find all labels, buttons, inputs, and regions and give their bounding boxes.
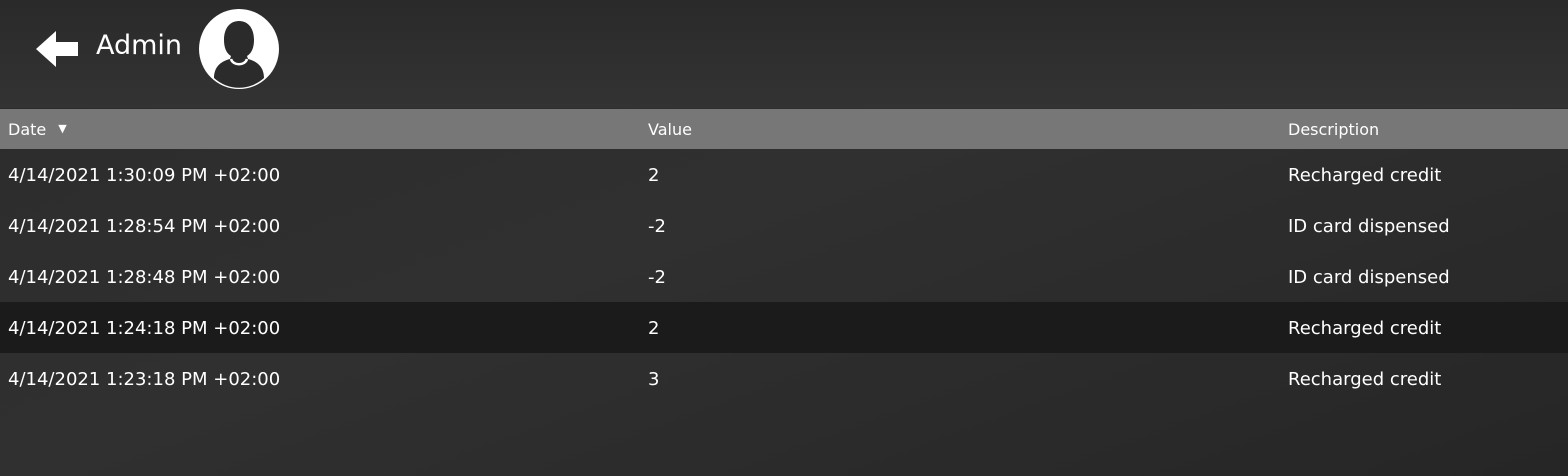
cell-value: 3 [648, 369, 660, 390]
table-row[interactable]: 4/14/2021 1:23:18 PM +02:00 3 Recharged … [0, 353, 1568, 404]
table-row[interactable]: 4/14/2021 1:30:09 PM +02:00 2 Recharged … [0, 149, 1568, 200]
cell-date: 4/14/2021 1:24:18 PM +02:00 [8, 318, 281, 339]
column-header-description[interactable]: Description [1288, 109, 1379, 149]
top-bar: Admin [0, 0, 1568, 108]
cell-description: ID card dispensed [1288, 267, 1450, 288]
column-header-date[interactable]: Date ▼ [8, 109, 67, 149]
cell-description: ID card dispensed [1288, 216, 1450, 237]
table-row-selected[interactable]: 4/14/2021 1:24:18 PM +02:00 2 Recharged … [0, 302, 1568, 353]
cell-date: 4/14/2021 1:23:18 PM +02:00 [8, 369, 281, 390]
cell-description: Recharged credit [1288, 318, 1442, 339]
arrow-left-icon [36, 31, 78, 67]
column-header-value[interactable]: Value [648, 109, 692, 149]
table-row[interactable]: 4/14/2021 1:28:48 PM +02:00 -2 ID card d… [0, 251, 1568, 302]
user-avatar-button[interactable] [198, 8, 280, 90]
cell-description: Recharged credit [1288, 369, 1442, 390]
column-header-value-label: Value [648, 120, 692, 139]
sort-down-triangle-icon: ▼ [58, 122, 67, 135]
back-button[interactable] [34, 28, 80, 70]
page-title: Admin [96, 30, 183, 61]
table-header: Date ▼ Value Description [0, 109, 1568, 149]
cell-date: 4/14/2021 1:28:54 PM +02:00 [8, 216, 281, 237]
column-header-description-label: Description [1288, 120, 1380, 139]
cell-value: 2 [648, 165, 660, 186]
history-table: Date ▼ Value Description 4/14/2021 1:30:0… [0, 109, 1568, 404]
cell-value: 2 [648, 318, 660, 339]
cell-value: -2 [648, 267, 666, 288]
column-header-date-label: Date [8, 120, 47, 139]
cell-date: 4/14/2021 1:28:48 PM +02:00 [8, 267, 281, 288]
cell-description: Recharged credit [1288, 165, 1442, 186]
table-row[interactable]: 4/14/2021 1:28:54 PM +02:00 -2 ID card d… [0, 200, 1568, 251]
cell-value: -2 [648, 216, 666, 237]
cell-date: 4/14/2021 1:30:09 PM +02:00 [8, 165, 281, 186]
user-avatar-icon [199, 9, 279, 89]
